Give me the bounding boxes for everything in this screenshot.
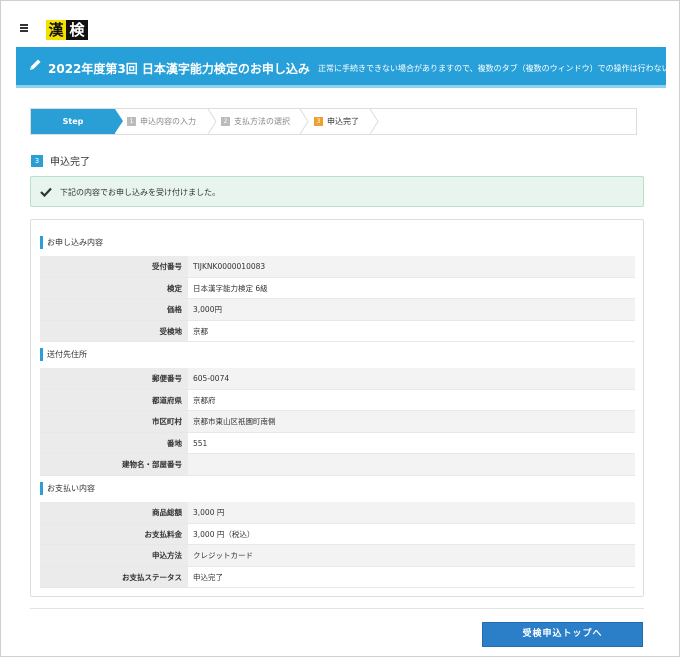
row-label: 郵便番号	[40, 368, 188, 389]
step-3: 3 申込完了	[314, 109, 359, 134]
banner-note: 正常に手続きできない場合がありますので、複数のタブ（複数のウィンドウ）での操作は…	[318, 64, 666, 73]
divider	[30, 608, 644, 609]
row-value: 3,000 円	[193, 508, 225, 517]
table-row: 受付番号 TIJKNK0000010083	[40, 256, 635, 278]
step-1-number: 1	[127, 117, 136, 126]
application-section-title: お申し込み内容	[40, 236, 103, 249]
row-value	[188, 454, 635, 475]
row-label: 価格	[40, 299, 188, 320]
step-3-number: 3	[314, 117, 323, 126]
address-section-title: 送付先住所	[40, 348, 87, 361]
table-row: 建物名・部屋番号	[40, 454, 635, 476]
row-value: 日本漢字能力検定 6級	[193, 283, 268, 293]
table-row: 都道府県 京都府	[40, 389, 635, 411]
application-table: 受付番号 TIJKNK0000010083 検定 日本漢字能力検定 6級 価格 …	[40, 256, 635, 342]
page-title: 2022年度第3回 日本漢字能力検定のお申し込み	[48, 62, 310, 76]
row-value: 申込完了	[193, 572, 223, 582]
row-value: 605-0074	[193, 374, 230, 383]
step-3-label: 申込完了	[327, 117, 359, 126]
row-value: 551	[193, 438, 208, 448]
row-value: 京都市東山区祇園町南側	[193, 417, 276, 426]
logo-char-2: 検	[66, 20, 88, 40]
table-row: 市区町村 京都市東山区祇園町南側	[40, 411, 635, 433]
kanken-logo[interactable]: 漢 検	[46, 20, 88, 40]
row-value: TIJKNK0000010083	[193, 262, 266, 271]
row-label: 受付番号	[40, 256, 188, 277]
table-row: 検定 日本漢字能力検定 6級	[40, 277, 635, 299]
row-label: お支払料金	[40, 523, 188, 544]
step-2: 2 支払方法の選択	[221, 109, 290, 134]
section-number: 3	[31, 154, 43, 167]
step-1: 1 申込内容の入力	[127, 109, 196, 134]
page-banner: 2022年度第3回 日本漢字能力検定のお申し込み 正常に手続きできない場合があり…	[16, 47, 666, 88]
row-label: お支払ステータス	[40, 566, 188, 587]
table-row: お支払ステータス 申込完了	[40, 566, 635, 588]
success-message: 下記の内容でお申し込みを受け付けました。	[60, 188, 220, 197]
table-row: 商品総額 3,000 円	[40, 502, 635, 524]
success-alert: 下記の内容でお申し込みを受け付けました。	[30, 176, 644, 207]
row-label: 検定	[40, 277, 188, 298]
address-table: 郵便番号 605-0074 都道府県 京都府 市区町村 京都市東山区祇園町南側 …	[40, 368, 635, 476]
chevron-right-icon	[207, 109, 217, 134]
step-2-label: 支払方法の選択	[234, 117, 290, 126]
row-value: 3,000 円（税込）	[193, 529, 255, 539]
row-label: 建物名・部屋番号	[40, 454, 188, 475]
table-row: 郵便番号 605-0074	[40, 368, 635, 390]
row-label: 市区町村	[40, 411, 188, 432]
table-row: 受検地 京都	[40, 320, 635, 342]
row-label: 番地	[40, 432, 188, 453]
row-label: 受検地	[40, 320, 188, 341]
step-2-number: 2	[221, 117, 230, 126]
row-value: 京都	[193, 326, 208, 336]
section-title: 申込完了	[50, 157, 90, 168]
exam-top-button[interactable]: 受検申込トップへ	[482, 622, 643, 647]
row-value: クレジットカード	[193, 551, 253, 560]
table-row: 申込方法 クレジットカード	[40, 545, 635, 567]
section-heading: 3 申込完了	[31, 153, 90, 168]
details-panel: お申し込み内容 受付番号 TIJKNK0000010083 検定 日本漢字能力検…	[30, 219, 644, 597]
check-icon	[40, 187, 52, 197]
step-1-label: 申込内容の入力	[140, 117, 196, 126]
row-value: 3,000円	[193, 305, 222, 314]
step-label: Step	[31, 109, 123, 134]
row-label: 商品総額	[40, 502, 188, 523]
logo-char-1: 漢	[46, 20, 66, 40]
hamburger-menu-icon[interactable]	[20, 24, 28, 32]
chevron-right-icon	[299, 109, 309, 134]
payment-table: 商品総額 3,000 円 お支払料金 3,000 円（税込） 申込方法 クレジッ…	[40, 502, 635, 588]
table-row: 番地 551	[40, 432, 635, 454]
payment-section-title: お支払い内容	[40, 482, 95, 495]
table-row: 価格 3,000円	[40, 299, 635, 321]
row-label: 申込方法	[40, 545, 188, 566]
row-value: 京都府	[193, 395, 216, 405]
pencil-icon	[30, 59, 41, 70]
chevron-right-icon	[369, 109, 379, 134]
row-label: 都道府県	[40, 389, 188, 410]
step-indicator: Step 1 申込内容の入力 2 支払方法の選択 3 申込完了	[30, 108, 637, 135]
table-row: お支払料金 3,000 円（税込）	[40, 523, 635, 545]
